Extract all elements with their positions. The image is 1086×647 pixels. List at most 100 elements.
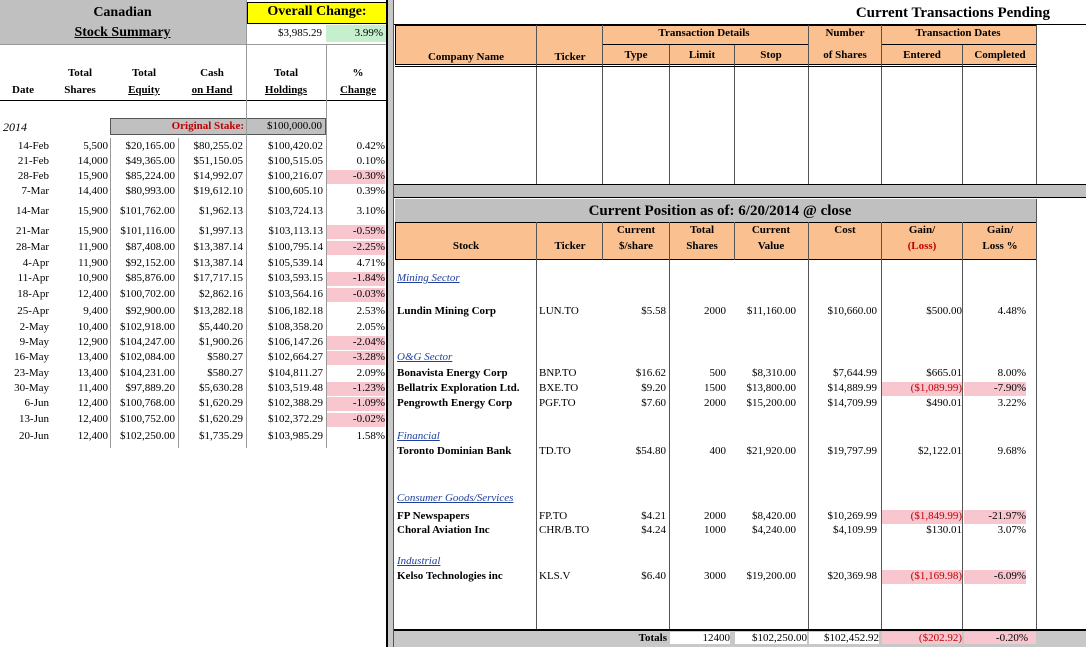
row-pct: -0.30% [327, 170, 385, 184]
stock-cost: $14,889.99 [827, 382, 878, 394]
row-equity: $20,165.00 [125, 140, 176, 152]
row-pct: 1.58% [356, 430, 385, 442]
row-equity: $85,876.00 [125, 272, 176, 284]
pending-ticker: Ticker [554, 51, 586, 63]
row-date: 14-Feb [17, 140, 49, 152]
row-pct: 0.10% [356, 155, 385, 167]
col-cash-2: on Hand [191, 84, 233, 96]
row-cash: $1,620.29 [199, 397, 243, 409]
stock-gain: $490.01 [926, 397, 962, 409]
row-equity: $85,224.00 [125, 170, 176, 182]
row-holdings: $102,664.27 [268, 351, 323, 363]
row-pct: 0.42% [356, 140, 385, 152]
row-equity: $92,900.00 [125, 305, 176, 317]
stock-gainpct: 9.68% [997, 445, 1026, 457]
totals-label: Totals [638, 632, 667, 644]
pending-company: Company Name [427, 51, 505, 63]
stock-cost: $4,109.99 [833, 524, 877, 536]
row-date: 28-Mar [16, 241, 49, 253]
stock-price: $7.60 [641, 397, 666, 409]
row-equity: $100,752.00 [120, 413, 175, 425]
stock-gainpct: -6.09% [964, 570, 1026, 584]
row-holdings: $103,519.48 [268, 382, 323, 394]
row-shares: 12,400 [77, 397, 108, 409]
row-equity: $100,702.00 [120, 288, 175, 300]
stock-cost: $7,644.99 [833, 367, 877, 379]
row-date: 14-Mar [16, 205, 49, 217]
col-cash-1: Cash [200, 67, 224, 79]
stock-ticker: LUN.TO [539, 305, 579, 317]
row-shares: 12,900 [77, 336, 108, 348]
stock-name: FP Newspapers [397, 510, 470, 522]
stock-cost: $10,660.00 [827, 305, 878, 317]
row-pct: 2.05% [356, 321, 385, 333]
stock-ticker: FP.TO [539, 510, 568, 522]
row-cash: $14,992.07 [193, 170, 244, 182]
row-holdings: $103,985.29 [268, 430, 323, 442]
row-equity: $104,247.00 [120, 336, 175, 348]
row-shares: 10,400 [77, 321, 108, 333]
row-pct: -1.23% [327, 382, 385, 396]
stock-price: $5.58 [641, 305, 666, 317]
row-pct: -0.03% [327, 288, 385, 302]
row-holdings: $103,564.16 [268, 288, 323, 300]
row-holdings: $102,388.29 [268, 397, 323, 409]
row-equity: $101,116.00 [120, 225, 175, 237]
stock-ticker: BNP.TO [539, 367, 577, 379]
row-pct: -1.84% [327, 272, 385, 286]
stock-name: Choral Aviation Inc [397, 524, 490, 536]
overall-change-label: Overall Change: [267, 4, 367, 19]
stock-ticker: PGF.TO [539, 397, 576, 409]
pos-col-gainpct-1: Gain/ [986, 224, 1014, 236]
pos-col-gainpct-2: Loss % [982, 240, 1018, 252]
col-pct-1: % [352, 67, 364, 79]
pos-col-price-2: $/share [618, 240, 654, 252]
row-shares: 12,400 [77, 413, 108, 425]
row-shares: 12,400 [77, 430, 108, 442]
row-holdings: $100,795.14 [268, 241, 323, 253]
stock-price: $54.80 [635, 445, 666, 457]
stock-name: Pengrowth Energy Corp [397, 397, 513, 409]
stock-ticker: BXE.TO [539, 382, 579, 394]
sector-label: Consumer Goods/Services [397, 492, 514, 504]
stock-gain: ($1,089.99) [882, 382, 962, 396]
row-equity: $97,889.20 [125, 382, 176, 394]
stock-cost: $20,369.98 [827, 570, 878, 582]
sector-label: O&G Sector [397, 351, 453, 363]
stock-cost: $10,269.99 [827, 510, 878, 522]
row-equity: $49,365.00 [125, 155, 176, 167]
totals-shares: 12400 [670, 632, 730, 644]
stock-ticker: CHR/B.TO [539, 524, 590, 536]
pos-col-gain-2: (Loss) [907, 240, 937, 252]
stock-value: $4,240.00 [752, 524, 796, 536]
pending-title: Current Transactions Pending [855, 5, 1050, 21]
pos-col-price-1: Current [616, 224, 656, 236]
stock-price: $9.20 [641, 382, 666, 394]
pending-stop: Stop [760, 49, 782, 61]
row-shares: 11,400 [78, 382, 108, 394]
row-equity: $101,762.00 [120, 205, 175, 217]
stock-gainpct: -21.97% [964, 510, 1026, 524]
stock-shares: 2000 [704, 397, 726, 409]
row-holdings: $108,358.20 [268, 321, 323, 333]
row-shares: 11,900 [78, 241, 108, 253]
stock-shares: 2000 [704, 510, 726, 522]
row-holdings: $104,811.27 [268, 367, 323, 379]
position-title: Current Position as of: 6/20/2014 @ clos… [588, 203, 852, 219]
row-holdings: $103,724.13 [268, 205, 323, 217]
stock-gain: $665.01 [926, 367, 962, 379]
stock-shares: 1500 [704, 382, 726, 394]
row-equity: $102,918.00 [120, 321, 175, 333]
row-date: 2-May [19, 321, 49, 333]
col-total-equity-1: Total [131, 67, 157, 79]
row-date: 4-Apr [22, 257, 49, 269]
pos-col-stock: Stock [452, 240, 480, 252]
stock-cost: $14,709.99 [827, 397, 878, 409]
pending-limit: Limit [688, 49, 716, 61]
row-holdings: $106,182.18 [268, 305, 323, 317]
row-pct: 4.71% [356, 257, 385, 269]
stock-shares: 400 [709, 445, 727, 457]
stock-value: $13,800.00 [746, 382, 797, 394]
stock-gainpct: -7.90% [964, 382, 1026, 396]
stock-name: Lundin Mining Corp [397, 305, 497, 317]
